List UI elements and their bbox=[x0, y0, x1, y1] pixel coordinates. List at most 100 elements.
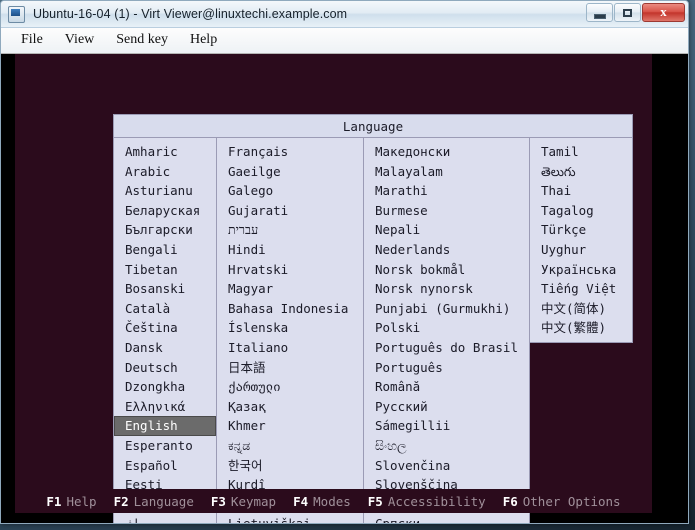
language-item[interactable]: 日本語 bbox=[217, 358, 363, 378]
language-item[interactable]: Čeština bbox=[114, 318, 216, 338]
language-item[interactable]: Македонски bbox=[364, 142, 529, 162]
language-item[interactable]: Tibetan bbox=[114, 260, 216, 280]
function-key-action: Keymap bbox=[231, 494, 276, 509]
language-item[interactable]: Türkçe bbox=[530, 220, 632, 240]
function-key-f1[interactable]: F1Help bbox=[46, 494, 96, 509]
language-item[interactable]: తెలుగు bbox=[530, 162, 632, 182]
function-key-f6[interactable]: F6 Other Options bbox=[503, 494, 621, 509]
language-item[interactable]: Asturianu bbox=[114, 181, 216, 201]
language-item[interactable]: Dzongkha bbox=[114, 377, 216, 397]
vm-display[interactable]: Language AmharicArabicAsturianuБеларуска… bbox=[1, 54, 688, 523]
language-item[interactable]: Norsk bokmål bbox=[364, 260, 529, 280]
language-item[interactable]: 中文(繁體) bbox=[530, 318, 632, 338]
language-dialog: Language AmharicArabicAsturianuБеларуска… bbox=[113, 114, 633, 523]
language-item[interactable]: Gujarati bbox=[217, 201, 363, 221]
function-key-f4[interactable]: F4 Modes bbox=[293, 494, 351, 509]
language-item[interactable]: Bahasa Indonesia bbox=[217, 299, 363, 319]
language-item-selected[interactable]: English bbox=[114, 416, 216, 436]
function-key-label: F3 bbox=[211, 494, 226, 509]
language-item[interactable]: Slovenčina bbox=[364, 456, 529, 476]
language-item[interactable]: Português do Brasil bbox=[364, 338, 529, 358]
menu-item-send-key[interactable]: Send key bbox=[105, 31, 179, 50]
language-item[interactable]: Ελληνικά bbox=[114, 397, 216, 417]
minimize-button[interactable] bbox=[586, 3, 613, 22]
language-item[interactable]: Nepali bbox=[364, 220, 529, 240]
language-item[interactable]: Tagalog bbox=[530, 201, 632, 221]
language-item[interactable]: Khmer bbox=[217, 416, 363, 436]
language-item[interactable]: Marathi bbox=[364, 181, 529, 201]
language-item[interactable]: Deutsch bbox=[114, 358, 216, 378]
function-key-label: F4 bbox=[293, 494, 308, 509]
language-item[interactable]: עברית bbox=[217, 220, 363, 240]
function-key-label: F1 bbox=[46, 494, 61, 509]
language-column-3[interactable]: МакедонскиMalayalamMarathiBurmeseNepaliN… bbox=[364, 137, 530, 523]
function-key-bar: F1Help F2 Language F3 Keymap F4 Modes F5Accessi… bbox=[15, 489, 652, 513]
language-item[interactable]: Amharic bbox=[114, 142, 216, 162]
language-item[interactable]: Burmese bbox=[364, 201, 529, 221]
language-item[interactable]: Русский bbox=[364, 397, 529, 417]
window-titlebar: Ubuntu-16-04 (1) - Virt Viewer@linuxtech… bbox=[1, 1, 688, 28]
menu-item-file[interactable]: File bbox=[10, 31, 54, 50]
language-item[interactable]: Arabic bbox=[114, 162, 216, 182]
language-item[interactable]: 한국어 bbox=[217, 456, 363, 476]
language-item[interactable]: Polski bbox=[364, 318, 529, 338]
language-item[interactable]: Dansk bbox=[114, 338, 216, 358]
menu-item-view[interactable]: View bbox=[54, 31, 105, 50]
language-column-2[interactable]: FrançaisGaeilgeGalegoGujaratiעבריתHindiH… bbox=[217, 137, 364, 523]
language-item[interactable]: Bengali bbox=[114, 240, 216, 260]
language-item[interactable]: Hrvatski bbox=[217, 260, 363, 280]
language-item[interactable]: Íslenska bbox=[217, 318, 363, 338]
maximize-button[interactable] bbox=[614, 3, 641, 22]
language-item[interactable]: Български bbox=[114, 220, 216, 240]
language-item[interactable]: Українська bbox=[530, 260, 632, 280]
monitor-icon bbox=[8, 6, 25, 23]
language-item[interactable]: Bosanski bbox=[114, 279, 216, 299]
language-column-4[interactable]: TamilతెలుగుThaiTagalogTürkçeUyghurУкраїн… bbox=[530, 137, 633, 343]
language-item[interactable]: Tamil bbox=[530, 142, 632, 162]
language-item[interactable]: Español bbox=[114, 456, 216, 476]
language-item[interactable]: ქართული bbox=[217, 377, 363, 397]
language-item[interactable]: Norsk nynorsk bbox=[364, 279, 529, 299]
language-item[interactable]: Português bbox=[364, 358, 529, 378]
language-item[interactable]: Lietuviškai bbox=[217, 514, 363, 523]
vm-right-letterbox bbox=[652, 54, 688, 523]
function-key-f3[interactable]: F3 Keymap bbox=[211, 494, 276, 509]
language-item[interactable]: Punjabi (Gurmukhi) bbox=[364, 299, 529, 319]
language-item[interactable]: Thai bbox=[530, 181, 632, 201]
language-item[interactable]: Српски bbox=[364, 514, 529, 523]
language-item[interactable]: Hindi bbox=[217, 240, 363, 260]
language-item[interactable]: Română bbox=[364, 377, 529, 397]
language-item[interactable]: ಕನ್ನಡ bbox=[217, 436, 363, 456]
language-item[interactable]: Esperanto bbox=[114, 436, 216, 456]
menubar: File View Send key Help bbox=[1, 28, 688, 54]
language-item[interactable]: 中文(简体) bbox=[530, 299, 632, 319]
language-item[interactable]: Қазақ bbox=[217, 397, 363, 417]
language-column-1[interactable]: AmharicArabicAsturianuБеларускаяБългарск… bbox=[113, 137, 217, 523]
language-item[interactable]: Magyar bbox=[217, 279, 363, 299]
language-item[interactable]: සිංහල bbox=[364, 436, 529, 456]
language-item[interactable]: Sámegillii bbox=[364, 416, 529, 436]
function-key-action: Language bbox=[134, 494, 194, 509]
menu-item-help[interactable]: Help bbox=[179, 31, 228, 50]
language-item[interactable]: Galego bbox=[217, 181, 363, 201]
virt-viewer-window: Ubuntu-16-04 (1) - Virt Viewer@linuxtech… bbox=[0, 0, 689, 524]
function-key-action: Other Options bbox=[523, 494, 621, 509]
function-key-action: Modes bbox=[313, 494, 351, 509]
language-item[interactable]: Gaeilge bbox=[217, 162, 363, 182]
language-item[interactable]: یسراف bbox=[114, 514, 216, 523]
language-item[interactable]: Tiếng Việt bbox=[530, 279, 632, 299]
language-item[interactable]: Malayalam bbox=[364, 162, 529, 182]
language-item[interactable]: Беларуская bbox=[114, 201, 216, 221]
language-item[interactable]: Nederlands bbox=[364, 240, 529, 260]
language-item[interactable]: Italiano bbox=[217, 338, 363, 358]
function-key-label: F2 bbox=[114, 494, 129, 509]
language-item[interactable]: Français bbox=[217, 142, 363, 162]
function-key-label: F6 bbox=[503, 494, 518, 509]
language-item[interactable]: Uyghur bbox=[530, 240, 632, 260]
function-key-f2[interactable]: F2 Language bbox=[114, 494, 194, 509]
close-button[interactable]: x bbox=[642, 3, 685, 22]
function-key-f5[interactable]: F5Accessibility bbox=[368, 494, 486, 509]
language-item[interactable]: Català bbox=[114, 299, 216, 319]
language-dialog-title: Language bbox=[113, 114, 633, 137]
window-title: Ubuntu-16-04 (1) - Virt Viewer@linuxtech… bbox=[33, 7, 347, 21]
